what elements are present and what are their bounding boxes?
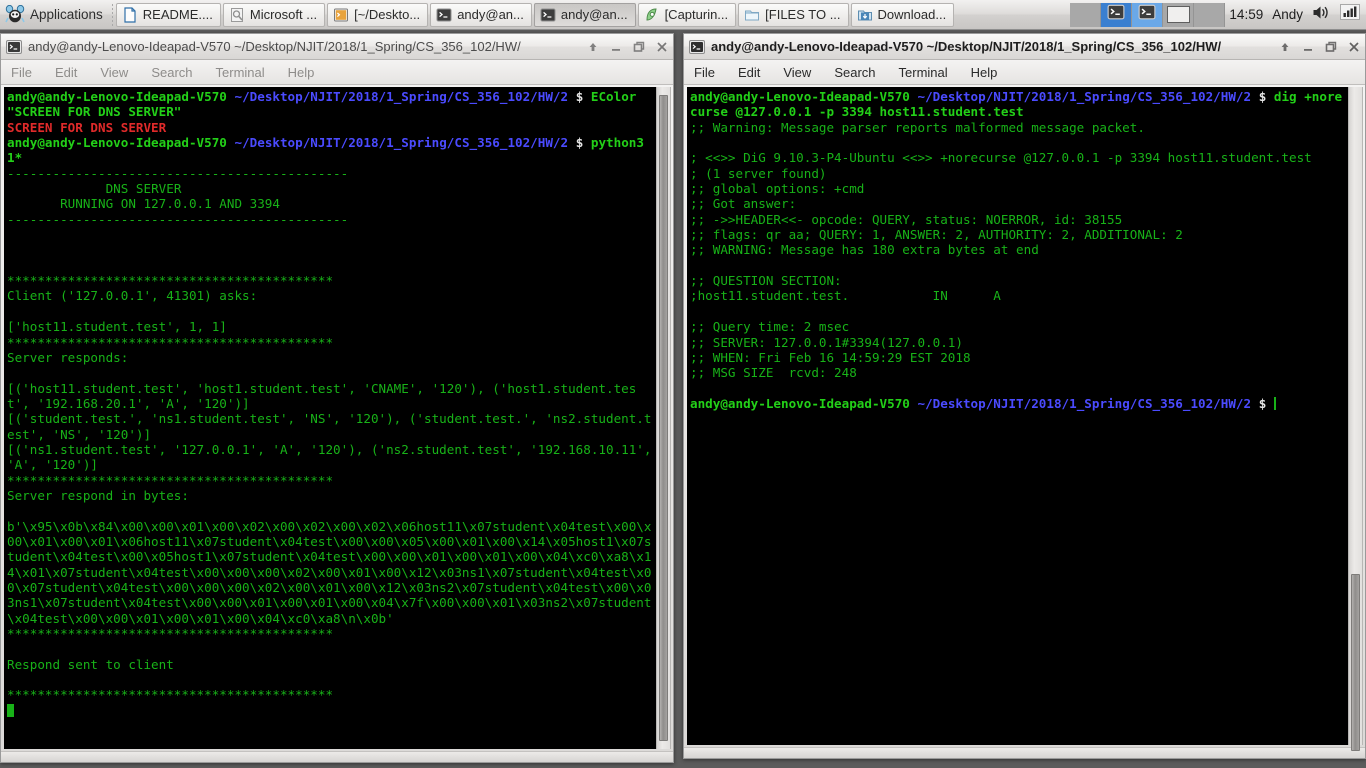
minimize-button[interactable] (1301, 40, 1315, 54)
taskbar-button-downloads[interactable]: Download... (850, 2, 955, 27)
taskbar-button-label: andy@an... (457, 7, 524, 22)
window-buttons-list: README.... Microsoft ... [~/Deskto... an… (115, 2, 955, 27)
taskbar-button-label: [Capturin... (664, 7, 729, 22)
workspace-cell-4[interactable] (1163, 2, 1195, 27)
menu-item-view[interactable]: View (783, 65, 811, 80)
terminal-icon (436, 7, 452, 23)
scrollbar-thumb-right[interactable] (1351, 574, 1360, 751)
terminal-output-left[interactable]: andy@andy-Lenovo-Ideapad-V570 ~/Desktop/… (4, 87, 656, 749)
folder-icon (744, 7, 760, 23)
shade-button[interactable] (1278, 40, 1292, 54)
menu-item-terminal[interactable]: Terminal (216, 65, 265, 80)
workspace-cell-5[interactable] (1194, 2, 1226, 27)
terminal-icon (1138, 3, 1156, 26)
terminal-area-left: andy@andy-Lenovo-Ideapad-V570 ~/Desktop/… (1, 85, 673, 751)
terminal-window-left[interactable]: andy@andy-Lenovo-Ideapad-V570 ~/Desktop/… (0, 33, 674, 763)
terminal-icon (1107, 3, 1125, 26)
titlebar-left[interactable]: andy@andy-Lenovo-Ideapad-V570 ~/Desktop/… (1, 34, 673, 60)
clock[interactable]: 14:59 (1229, 7, 1263, 22)
workspace-pager[interactable] (1070, 2, 1226, 27)
document-icon (122, 6, 138, 23)
close-button[interactable] (655, 40, 669, 54)
menu-item-search[interactable]: Search (834, 65, 875, 80)
taskbar-button-label: Microsoft ... (249, 7, 318, 22)
window-title-right: andy@andy-Lenovo-Ideapad-V570 ~/Desktop/… (711, 39, 1222, 54)
maximize-button[interactable] (1324, 40, 1338, 54)
scrollbar-thumb-left[interactable] (659, 95, 668, 741)
menu-item-edit[interactable]: Edit (55, 65, 77, 80)
taskbar: Applications README.... Microsoft ... [~… (0, 0, 1366, 30)
menu-item-help[interactable]: Help (971, 65, 998, 80)
scrollbar-right[interactable] (1348, 87, 1363, 751)
taskbar-button-label: README.... (142, 7, 213, 22)
menu-item-terminal[interactable]: Terminal (899, 65, 948, 80)
terminal-window-right[interactable]: andy@andy-Lenovo-Ideapad-V570 ~/Desktop/… (683, 33, 1366, 759)
taskbar-button-label: [~/Deskto... (354, 7, 421, 22)
menu-item-file[interactable]: File (694, 65, 715, 80)
xfce-mouse-icon (5, 4, 25, 25)
taskbar-button-label: andy@an... (560, 7, 628, 22)
menu-item-help[interactable]: Help (288, 65, 315, 80)
taskbar-button-label: Download... (877, 7, 947, 22)
terminal-icon (6, 39, 22, 55)
statusbar-left (1, 751, 673, 762)
menu-item-edit[interactable]: Edit (738, 65, 760, 80)
menu-item-search[interactable]: Search (151, 65, 192, 80)
statusbar-right (684, 747, 1365, 758)
terminal-icon (540, 7, 556, 23)
applications-menu-label: Applications (30, 7, 103, 22)
workspace-cell-1[interactable] (1070, 2, 1102, 27)
close-button[interactable] (1347, 40, 1361, 54)
download-icon (857, 7, 873, 23)
terminal-icon (689, 39, 705, 55)
terminal-icon (333, 7, 349, 23)
shade-button[interactable] (586, 40, 600, 54)
system-tray: 14:59 Andy (1229, 2, 1366, 27)
applications-menu-button[interactable]: Applications (0, 0, 109, 30)
taskbar-separator (111, 3, 113, 26)
username-label[interactable]: Andy (1272, 7, 1303, 22)
menubar-right: File Edit View Search Terminal Help (684, 60, 1365, 85)
taskbar-button-capturing[interactable]: [Capturin... (637, 2, 737, 27)
menu-item-file[interactable]: File (11, 65, 32, 80)
maximize-button[interactable] (632, 40, 646, 54)
taskbar-button-microsoft[interactable]: Microsoft ... (222, 2, 326, 27)
menu-item-view[interactable]: View (100, 65, 128, 80)
window-controls-right (1272, 40, 1361, 54)
taskbar-button-readme[interactable]: README.... (115, 2, 221, 27)
taskbar-button-files[interactable]: [FILES TO ... (738, 2, 849, 27)
window-controls-left (580, 40, 669, 54)
taskbar-button-desktop-terminal[interactable]: [~/Deskto... (327, 2, 429, 27)
workspace-cell-3[interactable] (1132, 2, 1164, 27)
minimize-button[interactable] (609, 40, 623, 54)
terminal-area-right: andy@andy-Lenovo-Ideapad-V570 ~/Desktop/… (684, 85, 1365, 751)
taskbar-button-terminal-2[interactable]: andy@an... (533, 2, 636, 27)
workspace-cell-2[interactable] (1101, 2, 1133, 27)
pdf-viewer-icon (229, 7, 245, 23)
menubar-left: File Edit View Search Terminal Help (1, 60, 673, 85)
screen-recorder-icon (644, 7, 660, 23)
terminal-output-right[interactable]: andy@andy-Lenovo-Ideapad-V570 ~/Desktop/… (687, 87, 1348, 745)
window-title-left: andy@andy-Lenovo-Ideapad-V570 ~/Desktop/… (28, 39, 521, 54)
taskbar-button-terminal-1[interactable]: andy@an... (430, 2, 532, 27)
taskbar-button-label: [FILES TO ... (765, 7, 841, 22)
scrollbar-left[interactable] (656, 87, 671, 749)
titlebar-right[interactable]: andy@andy-Lenovo-Ideapad-V570 ~/Desktop/… (684, 34, 1365, 60)
window-thumb-icon (1166, 6, 1190, 23)
desktop-root: Applications README.... Microsoft ... [~… (0, 0, 1366, 768)
signal-bars-icon[interactable] (1340, 2, 1360, 27)
speaker-icon[interactable] (1312, 4, 1331, 26)
